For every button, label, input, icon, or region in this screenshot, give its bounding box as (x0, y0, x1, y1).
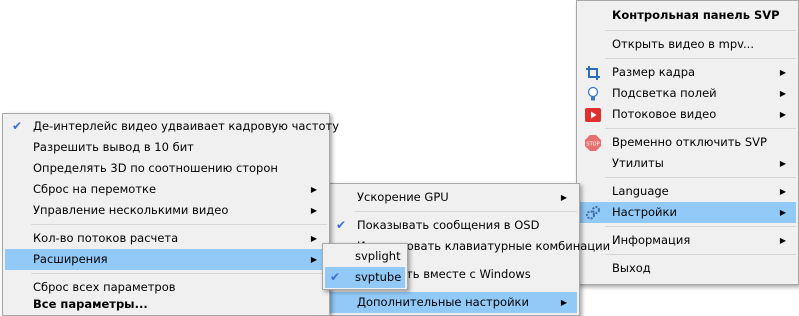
submenu-arrow-icon: ▶ (779, 159, 786, 168)
menu-item-disable-svp[interactable]: STOP Временно отключить SVP (579, 132, 796, 153)
menu-title: Контрольная панель SVP (579, 5, 796, 26)
submenu-arrow-icon: ▶ (779, 68, 786, 77)
menu-item-exit[interactable]: Выход (579, 258, 796, 279)
menu-item-label: Информация (612, 233, 691, 247)
menu-item-10bit-output[interactable]: Разрешить вывод в 10 бит (5, 137, 327, 158)
extensions-submenu: svplight ✔ svptube (322, 243, 408, 290)
menu-item-gpu-acceleration[interactable]: Ускорение GPU ▶ (329, 187, 577, 208)
menu-item-label: Утилиты (612, 156, 664, 170)
menu-item-label: Временно отключить SVP (612, 135, 767, 149)
menu-item-extensions[interactable]: Расширения ▶ (5, 249, 327, 270)
menu-item-label: Настройки (612, 205, 677, 219)
submenu-arrow-icon: ▶ (310, 234, 317, 243)
separator (355, 211, 577, 212)
advanced-settings-submenu: ✔ Де-интерлейс видео удваивает кадровую … (2, 113, 339, 316)
menu-item-label: Все параметры... (33, 297, 148, 311)
menu-item-detect-3d[interactable]: Определять 3D по соотношению сторон (5, 158, 327, 179)
menu-item-label: Дополнительные настройки (357, 295, 529, 309)
menu-title-label: Контрольная панель SVP (612, 8, 780, 22)
menu-item-label: svplight (355, 249, 401, 263)
menu-item-label: Сброс на перемотке (33, 182, 157, 196)
submenu-arrow-icon: ▶ (779, 236, 786, 245)
svg-text:STOP: STOP (586, 142, 599, 148)
menu-item-info[interactable]: Информация ▶ (579, 230, 796, 251)
separator (605, 177, 796, 178)
menu-item-label: Определять 3D по соотношению сторон (33, 161, 278, 175)
submenu-arrow-icon: ▶ (560, 298, 567, 307)
menu-item-label: Кол-во потоков расчета (33, 231, 179, 245)
menu-item-open-video[interactable]: Открыть видео в mpv... (579, 34, 796, 55)
separator (605, 58, 796, 59)
submenu-arrow-icon: ▶ (779, 110, 786, 119)
menu-item-frame-size[interactable]: Размер кадра ▶ (579, 62, 796, 83)
menu-item-label: Размер кадра (612, 65, 696, 79)
submenu-arrow-icon: ▶ (310, 185, 317, 194)
separator (605, 128, 796, 129)
separator (605, 254, 796, 255)
menu-item-label: Разрешить вывод в 10 бит (33, 140, 194, 154)
menu-item-label: Language (612, 184, 669, 198)
play-red-icon (585, 108, 601, 122)
menu-item-label: Де-интерлейс видео удваивает кадровую ча… (33, 119, 340, 133)
menu-item-label: Показывать сообщения в OSD (357, 218, 540, 232)
menu-item-label: Выход (612, 261, 651, 275)
submenu-arrow-icon: ▶ (310, 206, 317, 215)
submenu-arrow-icon: ▶ (310, 255, 317, 264)
menu-item-label: svptube (355, 270, 402, 284)
separator (31, 273, 327, 274)
menu-item-advanced-settings[interactable]: Дополнительные настройки ▶ (329, 292, 577, 313)
menu-item-label: Управление несколькими видео (33, 203, 229, 217)
checkmark-icon: ✔ (12, 119, 23, 133)
checkmark-icon: ✔ (330, 270, 341, 284)
separator (605, 30, 796, 31)
submenu-arrow-icon: ▶ (779, 208, 786, 217)
submenu-arrow-icon: ▶ (560, 193, 567, 202)
menu-item-settings[interactable]: Настройки ▶ (579, 202, 796, 223)
menu-item-deinterlace[interactable]: ✔ Де-интерлейс видео удваивает кадровую … (5, 116, 339, 137)
menu-item-utilities[interactable]: Утилиты ▶ (579, 153, 796, 174)
menu-item-svptube[interactable]: ✔ svptube (325, 267, 405, 288)
gears-icon (586, 206, 600, 220)
separator (31, 224, 327, 225)
menu-item-field-highlight[interactable]: Подсветка полей ▶ (579, 83, 796, 104)
menu-item-streaming-video[interactable]: Потоковое видео ▶ (579, 104, 796, 125)
menu-item-multi-video[interactable]: Управление несколькими видео ▶ (5, 200, 327, 221)
stop-sign-icon: STOP (585, 135, 601, 151)
submenu-arrow-icon: ▶ (779, 187, 786, 196)
menu-item-show-osd[interactable]: ✔ Показывать сообщения в OSD (329, 215, 577, 236)
menu-item-all-params[interactable]: Все параметры... (5, 294, 327, 315)
crop-icon (586, 66, 600, 80)
lightbulb-icon (587, 86, 599, 101)
menu-item-label: Расширения (33, 252, 108, 266)
menu-item-label: Потоковое видео (612, 107, 717, 121)
checkmark-icon: ✔ (336, 218, 347, 232)
separator (605, 226, 796, 227)
submenu-arrow-icon: ▶ (779, 89, 786, 98)
menu-item-label: Ускорение GPU (357, 190, 449, 204)
menu-item-label: Подсветка полей (612, 86, 717, 100)
menu-item-label: Открыть видео в mpv... (612, 37, 754, 51)
menu-item-svplight[interactable]: svplight (325, 246, 405, 267)
menu-item-language[interactable]: Language ▶ (579, 181, 796, 202)
menu-item-reset-on-seek[interactable]: Сброс на перемотке ▶ (5, 179, 327, 200)
menu-item-thread-count[interactable]: Кол-во потоков расчета ▶ (5, 228, 327, 249)
